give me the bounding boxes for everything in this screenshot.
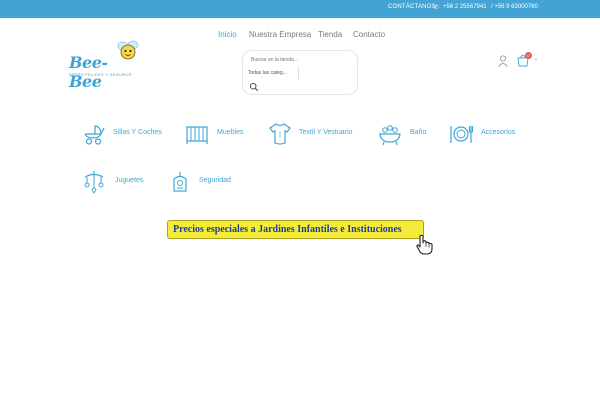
nav-tienda[interactable]: Tienda [318,30,342,39]
bathtub-icon [379,125,401,146]
category-label: Juguetes [115,177,144,184]
onesie-icon [269,123,291,145]
stroller-icon [84,125,105,145]
site-logo[interactable]: Bee-Bee BEBÉS FELICES Y SEGUROS [67,40,139,91]
phone-icon: ✆ [434,5,440,11]
chevron-down-icon[interactable]: ⌄ [534,56,538,62]
crib-icon [186,126,208,144]
category-label: Seguridad [199,177,231,184]
logo-tagline: BEBÉS FELICES Y SEGUROS [69,72,132,77]
search-icon[interactable] [249,82,259,92]
feeding-icon [450,126,473,143]
category-seguridad[interactable]: Seguridad [168,170,238,194]
category-accesorios[interactable]: Accesorios [449,122,519,146]
promo-banner[interactable]: Precios especiales a Jardines Infantiles… [167,220,424,239]
category-bano[interactable]: Baño [378,122,430,146]
contact-label[interactable]: CONTÁCTANOS [388,4,436,10]
category-textil-y-vestuario[interactable]: Textil Y Vestuario [268,122,358,146]
promo-text: Precios especiales a Jardines Infantiles… [173,224,402,235]
category-label: Baño [410,129,427,136]
nav-nuestra-empresa[interactable]: Nuestra Empresa [249,30,311,39]
category-sillas-y-coches[interactable]: Sillas Y Coches [82,122,172,146]
nav-inicio[interactable]: Inicio [218,30,237,39]
category-select[interactable]: Todas las categ... [248,67,299,79]
category-muebles[interactable]: Muebles [185,122,250,146]
top-bar: CONTÁCTANOS ✆ +56 2 25567941 / +56 9 630… [0,0,600,18]
search-input[interactable] [251,55,351,65]
hand-pointer-icon [416,234,433,255]
category-label: Muebles [217,129,244,136]
search-box: Todas las categ... [242,50,358,95]
baby-monitor-icon [173,172,187,192]
phone-number-1[interactable]: +56 2 25567941 [443,4,487,10]
category-label: Textil Y Vestuario [299,129,353,136]
mobile-toy-icon [84,171,104,194]
nav-contacto[interactable]: Contacto [353,30,385,39]
cart-count-badge: 0 [525,52,532,59]
phone-number-2[interactable]: / +56 9 63000760 [491,4,538,10]
user-icon[interactable] [498,55,508,67]
category-juguetes[interactable]: Juguetes [82,170,147,194]
category-label: Sillas Y Coches [113,129,162,136]
category-label: Accesorios [481,129,516,136]
